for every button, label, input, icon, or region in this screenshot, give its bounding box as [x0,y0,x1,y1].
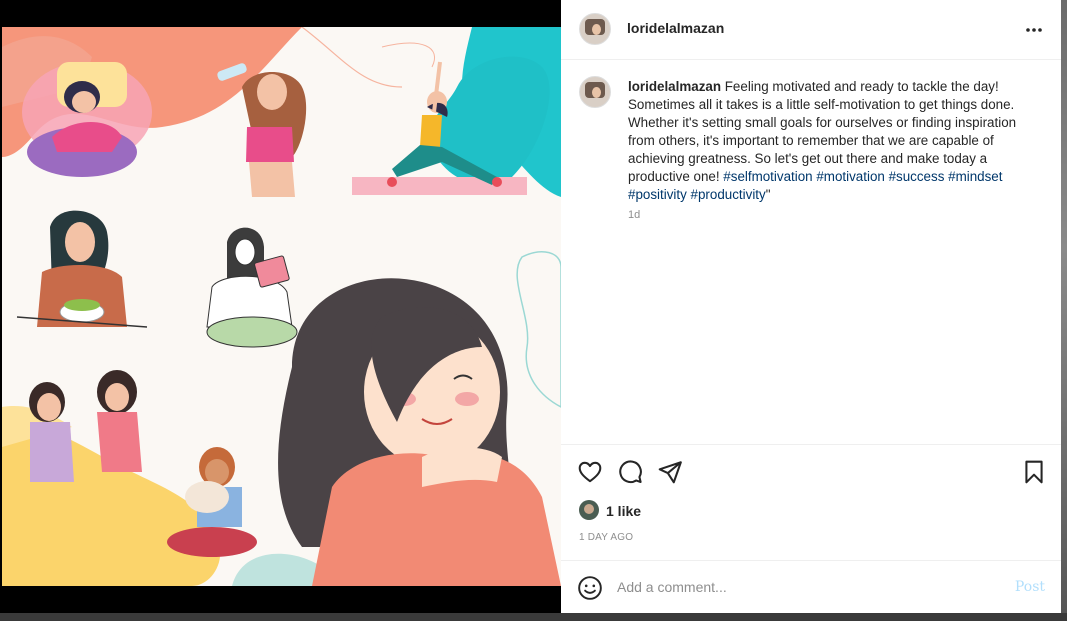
post-header: loridelalmazan [561,0,1061,60]
comment-bubble-icon[interactable] [617,459,643,485]
liker-avatar[interactable] [579,500,599,520]
post-media [0,0,561,613]
hashtag-link[interactable]: #success [889,169,945,184]
illustration-collage [2,27,561,586]
post-details-panel: loridelalmazan loridelalmazan Feeling mo… [561,0,1061,613]
comment-bar: Post [561,560,1061,614]
hashtag-link[interactable]: #motivation [816,169,884,184]
heart-icon[interactable] [577,459,603,485]
hashtag-link[interactable]: #mindset [948,169,1002,184]
hashtag-link[interactable]: #productivity [691,187,766,202]
author-username[interactable]: loridelalmazan [627,20,724,36]
caption-username[interactable]: loridelalmazan [628,79,721,94]
background-strip-bottom [0,613,1067,621]
bookmark-icon[interactable] [1021,459,1047,485]
post-caption: loridelalmazan Feeling motivated and rea… [628,78,1043,204]
hashtag-link[interactable]: #selfmotivation [723,169,812,184]
caption-timestamp[interactable]: 1d [628,209,640,221]
comment-input[interactable] [617,579,997,595]
post-modal: loridelalmazan loridelalmazan Feeling mo… [0,0,1061,613]
hashtag-link[interactable]: #positivity [628,187,687,202]
caption-avatar[interactable] [579,76,611,108]
paper-plane-icon[interactable] [657,459,683,485]
likes-count[interactable]: 1 like [606,503,641,519]
emoji-smile-icon[interactable] [577,575,603,601]
action-bar [561,444,1061,495]
caption-closing: " [765,187,771,202]
post-image[interactable] [2,27,561,586]
post-comment-button[interactable]: Post [1015,579,1045,595]
post-date[interactable]: 1 DAY AGO [579,532,633,543]
background-strip [1060,0,1067,621]
more-horizontal-icon[interactable] [1025,17,1043,38]
author-avatar[interactable] [579,13,611,45]
